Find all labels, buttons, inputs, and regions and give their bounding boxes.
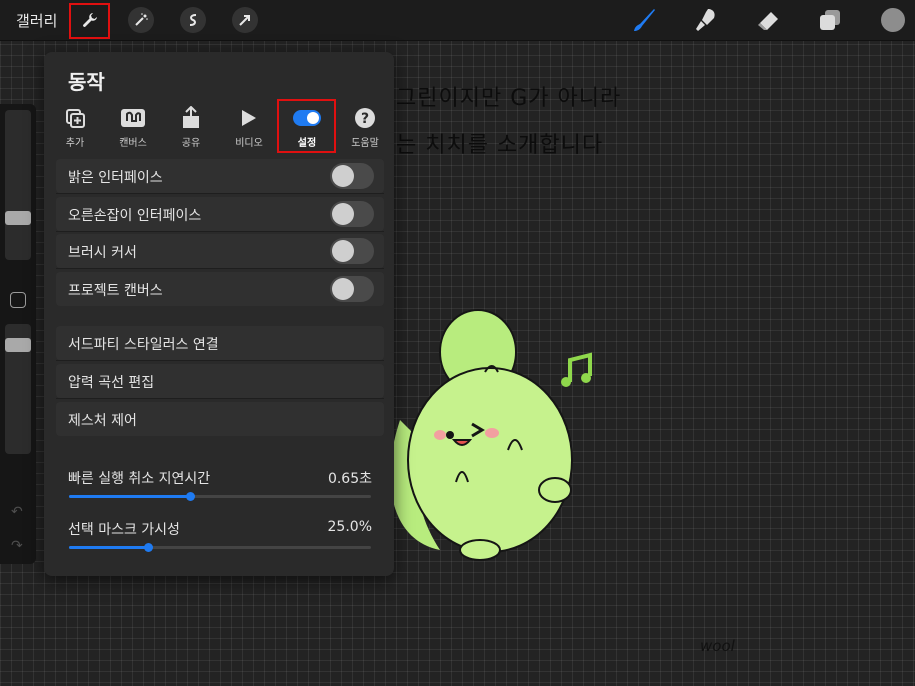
gallery-button[interactable]: 갤러리: [16, 10, 57, 31]
canvas-text-line2: 는 치치를 소개합니다: [396, 133, 604, 158]
play-icon: [242, 110, 256, 126]
toggle-row-right-hand: 오른손잡이 인터페이스: [56, 197, 384, 231]
canvas-icon: [121, 109, 145, 127]
undo-icon[interactable]: ↶: [11, 504, 23, 520]
highlight-settings: [277, 99, 336, 153]
undo-delay-slider[interactable]: [69, 492, 371, 501]
color-picker[interactable]: [881, 8, 905, 32]
help-icon: ?: [355, 108, 375, 128]
brush-cursor-toggle[interactable]: [330, 238, 374, 264]
svg-text:?: ?: [361, 111, 369, 127]
undo-delay-slider-row: 빠른 실행 취소 지연시간 0.65초: [56, 464, 384, 516]
mask-visibility-slider-row: 선택 마스크 가시성 25.0%: [56, 515, 384, 567]
undo-delay-handle[interactable]: [185, 492, 195, 501]
tab-video[interactable]: 비디오: [220, 104, 278, 152]
undo-delay-value: 0.65초: [327, 471, 372, 487]
tab-share[interactable]: 공유: [162, 104, 220, 152]
toggle-row-brush-cursor: 브러시 커서: [56, 234, 384, 268]
transform-button[interactable]: [232, 7, 258, 33]
eraser-icon[interactable]: [754, 6, 782, 34]
brush-size-handle[interactable]: [5, 211, 31, 225]
toggle-row-project-canvas: 프로젝트 캔버스: [56, 272, 384, 306]
actions-panel: 동작 추가 캔버스 공유 비디오 설정 ? 도움말 밝은 인터페이스 오른손잡이…: [44, 52, 394, 576]
redo-icon[interactable]: ↷: [11, 538, 23, 554]
selection-s-icon: [189, 14, 197, 26]
brush-size-slider[interactable]: [5, 110, 31, 260]
modify-button[interactable]: [10, 292, 26, 308]
adjustments-button[interactable]: [128, 7, 154, 33]
pressure-curve-row[interactable]: 압력 곡선 편집: [56, 364, 384, 398]
light-interface-toggle[interactable]: [330, 163, 374, 189]
selection-button[interactable]: [180, 7, 206, 33]
layers-icon[interactable]: [816, 6, 844, 34]
arrow-icon: [239, 15, 250, 26]
right-hand-interface-toggle[interactable]: [330, 201, 374, 227]
signature: wool: [700, 637, 735, 655]
tab-canvas[interactable]: 캔버스: [104, 104, 162, 152]
project-canvas-toggle[interactable]: [330, 276, 374, 302]
smudge-icon[interactable]: [692, 6, 720, 34]
mask-visibility-slider[interactable]: [69, 543, 371, 552]
top-toolbar: 갤러리: [0, 0, 915, 41]
action-tabs: 추가 캔버스 공유 비디오 설정 ? 도움말: [44, 104, 394, 152]
share-icon: [183, 106, 199, 128]
toggle-row-light-interface: 밝은 인터페이스: [56, 159, 384, 193]
gesture-control-row[interactable]: 제스처 제어: [56, 402, 384, 436]
opacity-handle[interactable]: [5, 338, 31, 352]
stylus-connect-row[interactable]: 서드파티 스타일러스 연결: [56, 326, 384, 360]
tab-help[interactable]: ? 도움말: [336, 104, 394, 152]
mask-visibility-handle[interactable]: [143, 543, 153, 552]
tab-add[interactable]: 추가: [46, 104, 104, 152]
character-illustration: [390, 309, 592, 561]
canvas-text-line1: 그린이지만 G가 아니라: [396, 86, 622, 111]
brush-icon[interactable]: [630, 6, 658, 34]
mask-visibility-value: 25.0%: [327, 519, 372, 535]
panel-title: 동작: [68, 70, 105, 94]
add-icon: [66, 109, 85, 128]
left-sidebar: ↶ ↷: [0, 104, 36, 564]
magic-wand-icon: [135, 13, 148, 26]
highlight-actions: [69, 3, 110, 39]
